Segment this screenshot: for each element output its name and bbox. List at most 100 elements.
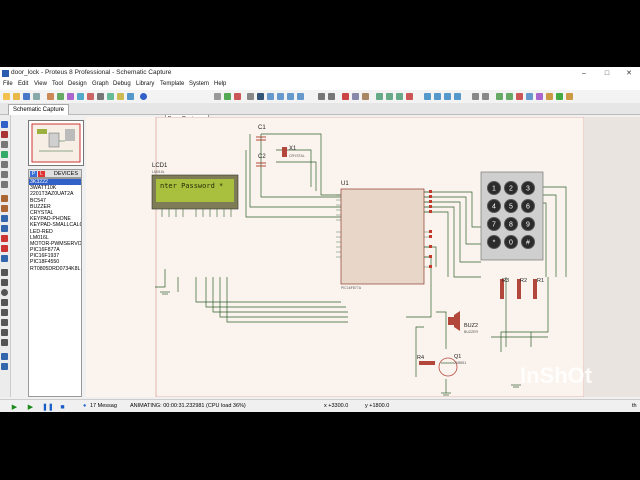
search-tag-icon[interactable] — [482, 93, 489, 100]
source-icon[interactable] — [107, 93, 114, 100]
terminal-icon[interactable] — [1, 195, 8, 202]
netlist-icon[interactable] — [536, 93, 543, 100]
marker-icon[interactable] — [1, 339, 8, 346]
probe-icon[interactable] — [1, 245, 8, 252]
box-icon[interactable] — [1, 279, 8, 286]
instrument-icon[interactable] — [1, 255, 8, 262]
undo-icon[interactable] — [318, 93, 325, 100]
remove-sheet-icon[interactable] — [516, 93, 523, 100]
bom-icon[interactable] — [97, 93, 104, 100]
device-item[interactable]: RT0805DRD0734K8L — [29, 266, 81, 272]
new-sheet-icon[interactable] — [506, 93, 513, 100]
open-icon[interactable] — [13, 93, 20, 100]
zoom-area-icon[interactable] — [297, 93, 304, 100]
zoom-all-icon[interactable] — [287, 93, 294, 100]
block-move-icon[interactable] — [386, 93, 393, 100]
pcb-icon[interactable] — [67, 93, 74, 100]
junction-icon[interactable] — [1, 141, 8, 148]
erc-icon[interactable] — [556, 93, 563, 100]
text-script-icon[interactable] — [1, 161, 8, 168]
component-mode-icon[interactable] — [1, 131, 8, 138]
arc-icon[interactable] — [1, 299, 8, 306]
redo-icon[interactable] — [328, 93, 335, 100]
move-icon[interactable] — [257, 93, 264, 100]
rotate-icon[interactable] — [1, 353, 8, 360]
pause-icon[interactable]: ❚❚ — [42, 403, 54, 412]
menu-template[interactable]: Template — [160, 81, 184, 87]
design-explorer-icon[interactable] — [117, 93, 124, 100]
3d-icon[interactable] — [77, 93, 84, 100]
bom-report-icon[interactable] — [546, 93, 553, 100]
line-icon[interactable] — [1, 269, 8, 276]
bus-icon[interactable] — [1, 171, 8, 178]
minimize-button[interactable]: – — [573, 67, 595, 80]
pick-devices-button[interactable]: P — [30, 171, 37, 177]
paste-icon[interactable] — [362, 93, 369, 100]
property-assign-icon[interactable] — [496, 93, 503, 100]
menu-view[interactable]: View — [34, 81, 47, 87]
origin-icon[interactable] — [234, 93, 241, 100]
tab-schematic-capture[interactable]: Schematic Capture — [8, 104, 70, 115]
netlist-ares-icon[interactable] — [566, 93, 573, 100]
tape-icon[interactable] — [1, 225, 8, 232]
menu-system[interactable]: System — [189, 81, 209, 87]
overview-preview[interactable] — [28, 120, 84, 166]
menu-help[interactable]: Help — [214, 81, 226, 87]
exit-parent-icon[interactable] — [526, 93, 533, 100]
menu-debug[interactable]: Debug — [113, 81, 131, 87]
wire-autorouter-icon[interactable] — [472, 93, 479, 100]
maximize-button[interactable]: □ — [596, 67, 618, 80]
close-button[interactable]: ✕ — [618, 67, 640, 80]
step-icon[interactable]: ▶ — [26, 403, 35, 412]
text-icon[interactable] — [1, 319, 8, 326]
subcircuit-icon[interactable] — [1, 181, 8, 188]
menu-graph[interactable]: Graph — [92, 81, 109, 87]
block-delete-icon[interactable] — [406, 93, 413, 100]
package-icon[interactable] — [444, 93, 451, 100]
schematic-icon[interactable] — [57, 93, 64, 100]
menu-tool[interactable]: Tool — [52, 81, 63, 87]
selection-mode-icon[interactable] — [1, 121, 8, 128]
zoom-in-icon[interactable] — [267, 93, 274, 100]
block-copy-icon[interactable] — [376, 93, 383, 100]
copy-icon[interactable] — [352, 93, 359, 100]
new-icon[interactable] — [3, 93, 10, 100]
help-icon[interactable] — [140, 93, 147, 100]
pin-icon[interactable] — [1, 205, 8, 212]
graph-icon[interactable] — [1, 215, 8, 222]
decompose-icon[interactable] — [454, 93, 461, 100]
cut-icon[interactable] — [342, 93, 349, 100]
device-item[interactable]: 2201T3AZ0UAT2A — [29, 191, 81, 197]
circle-icon[interactable] — [1, 289, 8, 296]
device-item[interactable]: KEYPAD-SMALLCALC — [29, 222, 81, 228]
generator-icon[interactable] — [1, 235, 8, 242]
pan-icon[interactable] — [247, 93, 254, 100]
menu-library[interactable]: Library — [136, 81, 154, 87]
gerber-icon[interactable] — [87, 93, 94, 100]
symbol-icon[interactable] — [1, 329, 8, 336]
library-manager-button[interactable]: L — [38, 171, 45, 177]
menu-file[interactable]: File — [3, 81, 13, 87]
block-rotate-icon[interactable] — [396, 93, 403, 100]
play-icon[interactable]: ▶ — [10, 403, 19, 412]
path-icon[interactable] — [1, 309, 8, 316]
devices-header: P L DEVICES — [28, 169, 82, 178]
schematic-canvas[interactable]: C1 C2 X1 CRYSTAL LCD1 LM016L nter Passwo… — [86, 116, 585, 398]
devices-list[interactable]: 3K3222 3WATT10K 2201T3AZ0UAT2A BC547 BUZ… — [28, 178, 82, 397]
stop-icon[interactable]: ■ — [58, 403, 67, 412]
home-icon[interactable] — [47, 93, 54, 100]
wire-label-icon[interactable] — [1, 151, 8, 158]
refresh-icon[interactable] — [214, 93, 221, 100]
grid-icon[interactable] — [224, 93, 231, 100]
save-icon[interactable] — [23, 93, 30, 100]
make-device-icon[interactable] — [434, 93, 441, 100]
messages-count[interactable]: 17 Messag — [90, 403, 117, 409]
mirror-icon[interactable] — [1, 363, 8, 370]
vsm-icon[interactable] — [127, 93, 134, 100]
close-project-icon[interactable] — [33, 93, 40, 100]
zoom-out-icon[interactable] — [277, 93, 284, 100]
animation-status: ANIMATING: 00:00:31.232981 (CPU load 36%… — [130, 403, 246, 409]
menu-design[interactable]: Design — [68, 81, 87, 87]
pick-device-icon[interactable] — [424, 93, 431, 100]
menu-edit[interactable]: Edit — [18, 81, 28, 87]
